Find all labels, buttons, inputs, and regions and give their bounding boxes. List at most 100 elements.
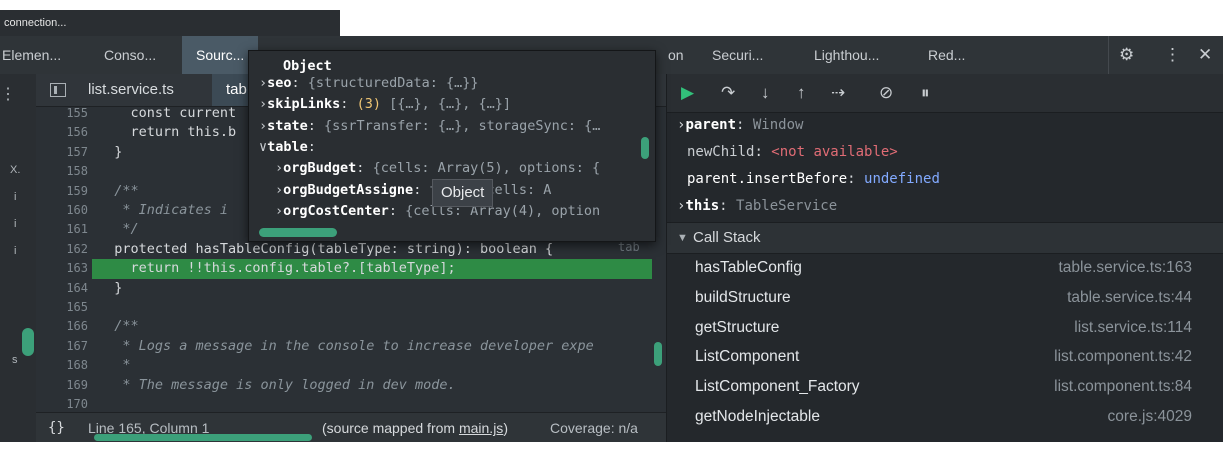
- popover-property-row[interactable]: ›state: {ssrTransfer: {…}, storageSync: …: [259, 116, 600, 137]
- property-key: state: [267, 117, 308, 134]
- code-line[interactable]: 162 protected hasTableConfig(tableType: …: [36, 240, 666, 259]
- call-stack-header[interactable]: ▼ Call Stack: [667, 222, 1223, 254]
- line-number[interactable]: 160: [36, 201, 88, 220]
- nav-item[interactable]: i: [14, 218, 16, 230]
- popover-property-row[interactable]: ∨table:: [259, 137, 324, 158]
- nav-item[interactable]: s: [12, 354, 18, 366]
- scrollbar-thumb[interactable]: [22, 328, 34, 356]
- tab-lighthouse[interactable]: Lighthou...: [814, 36, 879, 74]
- popover-property-row[interactable]: ›seo: {structuredData: {…}}: [259, 73, 478, 94]
- code-line[interactable]: 170: [36, 395, 666, 412]
- nav-item[interactable]: i: [14, 245, 16, 257]
- file-tab-list-service[interactable]: list.service.ts: [88, 74, 194, 106]
- line-number[interactable]: 166: [36, 317, 88, 336]
- popover-property-row[interactable]: ›orgBudgetAssigne: ters: {cells: A: [275, 180, 551, 201]
- line-number[interactable]: 167: [36, 337, 88, 356]
- expand-arrow-icon[interactable]: ›: [259, 118, 267, 134]
- step-into-icon[interactable]: ↓: [761, 74, 770, 112]
- line-number[interactable]: 158: [36, 162, 88, 181]
- expand-arrow-icon[interactable]: ›: [259, 75, 267, 91]
- expand-arrow-icon[interactable]: ›: [275, 160, 283, 176]
- line-text: /**: [98, 318, 139, 335]
- expand-arrow-icon[interactable]: ›: [275, 203, 283, 219]
- call-frame[interactable]: getStructure list.service.ts:114: [667, 313, 1223, 343]
- frame-location: list.component.ts:42: [1054, 348, 1192, 366]
- property-value: [{…}, {…}, {…}]: [389, 96, 512, 113]
- collapse-triangle-icon: ▼: [677, 232, 688, 244]
- pause-on-exceptions-icon[interactable]: ⏸: [921, 74, 930, 112]
- line-number[interactable]: 159: [36, 182, 88, 201]
- source-map-link[interactable]: main.js: [459, 420, 503, 436]
- source-map-info: (source mapped from main.js): [322, 420, 508, 436]
- line-number[interactable]: 161: [36, 220, 88, 239]
- line-number[interactable]: 170: [36, 395, 88, 412]
- line-number[interactable]: 155: [36, 106, 88, 123]
- call-frame[interactable]: hasTableConfig table.service.ts:163: [667, 253, 1223, 283]
- popover-scrollbar-h[interactable]: [259, 228, 337, 237]
- line-number[interactable]: 164: [36, 279, 88, 298]
- scope-row[interactable]: newChild: <not available>: [687, 139, 898, 166]
- kebab-menu-icon[interactable]: ⋮: [1164, 36, 1181, 74]
- property-value: {ssrTransfer: {…}, storageSync: {…: [324, 117, 601, 134]
- scope-row[interactable]: ›parent: Window: [677, 112, 803, 139]
- call-stack-title: Call Stack: [693, 229, 761, 246]
- frame-location: list.component.ts:84: [1054, 378, 1192, 396]
- resume-icon[interactable]: ▶: [681, 74, 694, 112]
- tab-redux[interactable]: Red...: [928, 36, 965, 74]
- scope-row[interactable]: ›this: TableService: [677, 193, 837, 220]
- coverage-info: Coverage: n/a: [550, 420, 638, 436]
- line-text: const current: [98, 106, 237, 121]
- code-line[interactable]: 163 return !!this.config.table?.[tableTy…: [66, 259, 652, 279]
- expanded-arrow-icon[interactable]: ∨: [259, 139, 267, 155]
- line-text: /**: [98, 182, 139, 199]
- call-frame[interactable]: ListComponent list.component.ts:42: [667, 342, 1223, 372]
- call-frame[interactable]: ListComponent_Factory list.component.ts:8…: [667, 372, 1223, 402]
- popover-property-row[interactable]: ›skipLinks: (3) [{…}, {…}, {…}]: [259, 94, 511, 115]
- line-number[interactable]: 157: [36, 143, 88, 162]
- nav-item[interactable]: X.: [10, 164, 20, 176]
- toggle-navigator-icon[interactable]: [50, 83, 66, 97]
- code-line[interactable]: 165: [36, 298, 666, 317]
- line-number[interactable]: 163: [36, 259, 88, 278]
- line-number[interactable]: 168: [36, 356, 88, 375]
- line-number[interactable]: 156: [36, 123, 88, 142]
- format-braces-icon[interactable]: {}: [48, 413, 65, 442]
- code-line[interactable]: 166 /**: [36, 317, 666, 336]
- code-line[interactable]: 164 }: [36, 279, 666, 298]
- horizontal-scrollbar-thumb[interactable]: [94, 434, 312, 441]
- popover-scrollbar-v[interactable]: [641, 137, 649, 159]
- tab-security[interactable]: Securi...: [712, 36, 763, 74]
- scope-row[interactable]: parent.insertBefore: undefined: [687, 166, 940, 193]
- code-line[interactable]: 168 *: [36, 356, 666, 375]
- close-icon[interactable]: ✕: [1198, 36, 1212, 74]
- expand-arrow-icon[interactable]: ›: [259, 96, 267, 112]
- gear-icon[interactable]: ⚙: [1108, 36, 1134, 74]
- line-number[interactable]: 169: [36, 376, 88, 395]
- call-frame[interactable]: getNodeInjectable core.js:4029: [667, 402, 1223, 432]
- tab-elements[interactable]: Elemen...: [0, 36, 67, 74]
- step-over-icon[interactable]: ↷: [721, 74, 735, 112]
- call-frame[interactable]: buildStructure table.service.ts:44: [667, 283, 1223, 313]
- vertical-scrollbar-thumb[interactable]: [654, 342, 662, 366]
- deactivate-breakpoints-icon[interactable]: ⊘: [879, 74, 893, 112]
- debugger-toolbar: ▶ ↷ ↓ ↑ ⇢ ⊘ ⏸: [667, 74, 1223, 113]
- tab-application[interactable]: on: [668, 36, 684, 74]
- nav-item[interactable]: i: [14, 191, 16, 203]
- expand-arrow-icon[interactable]: ›: [275, 182, 283, 198]
- frame-function-name: ListComponent: [695, 348, 800, 366]
- code-line[interactable]: 169 * The message is only logged in dev …: [36, 376, 666, 395]
- tab-sources[interactable]: Sourc...: [182, 36, 259, 74]
- line-number[interactable]: 165: [36, 298, 88, 317]
- frame-location: table.service.ts:163: [1058, 259, 1192, 276]
- call-stack-list: hasTableConfig table.service.ts:163 buildS…: [667, 253, 1223, 442]
- line-number[interactable]: 162: [36, 240, 88, 259]
- connection-notification: connection...: [0, 10, 340, 36]
- popover-property-row[interactable]: ›orgBudget: {cells: Array(5), options: {: [275, 158, 600, 179]
- property-value: {structuredData: {…}}: [307, 75, 479, 91]
- file-navigator-strip: ⋮ X. i i i s: [0, 74, 36, 442]
- step-out-icon[interactable]: ↑: [797, 74, 806, 112]
- step-icon[interactable]: ⇢: [831, 74, 845, 112]
- code-line[interactable]: 167 * Logs a message in the console to i…: [36, 337, 666, 356]
- more-icon[interactable]: ⋮: [0, 84, 16, 104]
- tab-console[interactable]: Conso...: [104, 36, 156, 74]
